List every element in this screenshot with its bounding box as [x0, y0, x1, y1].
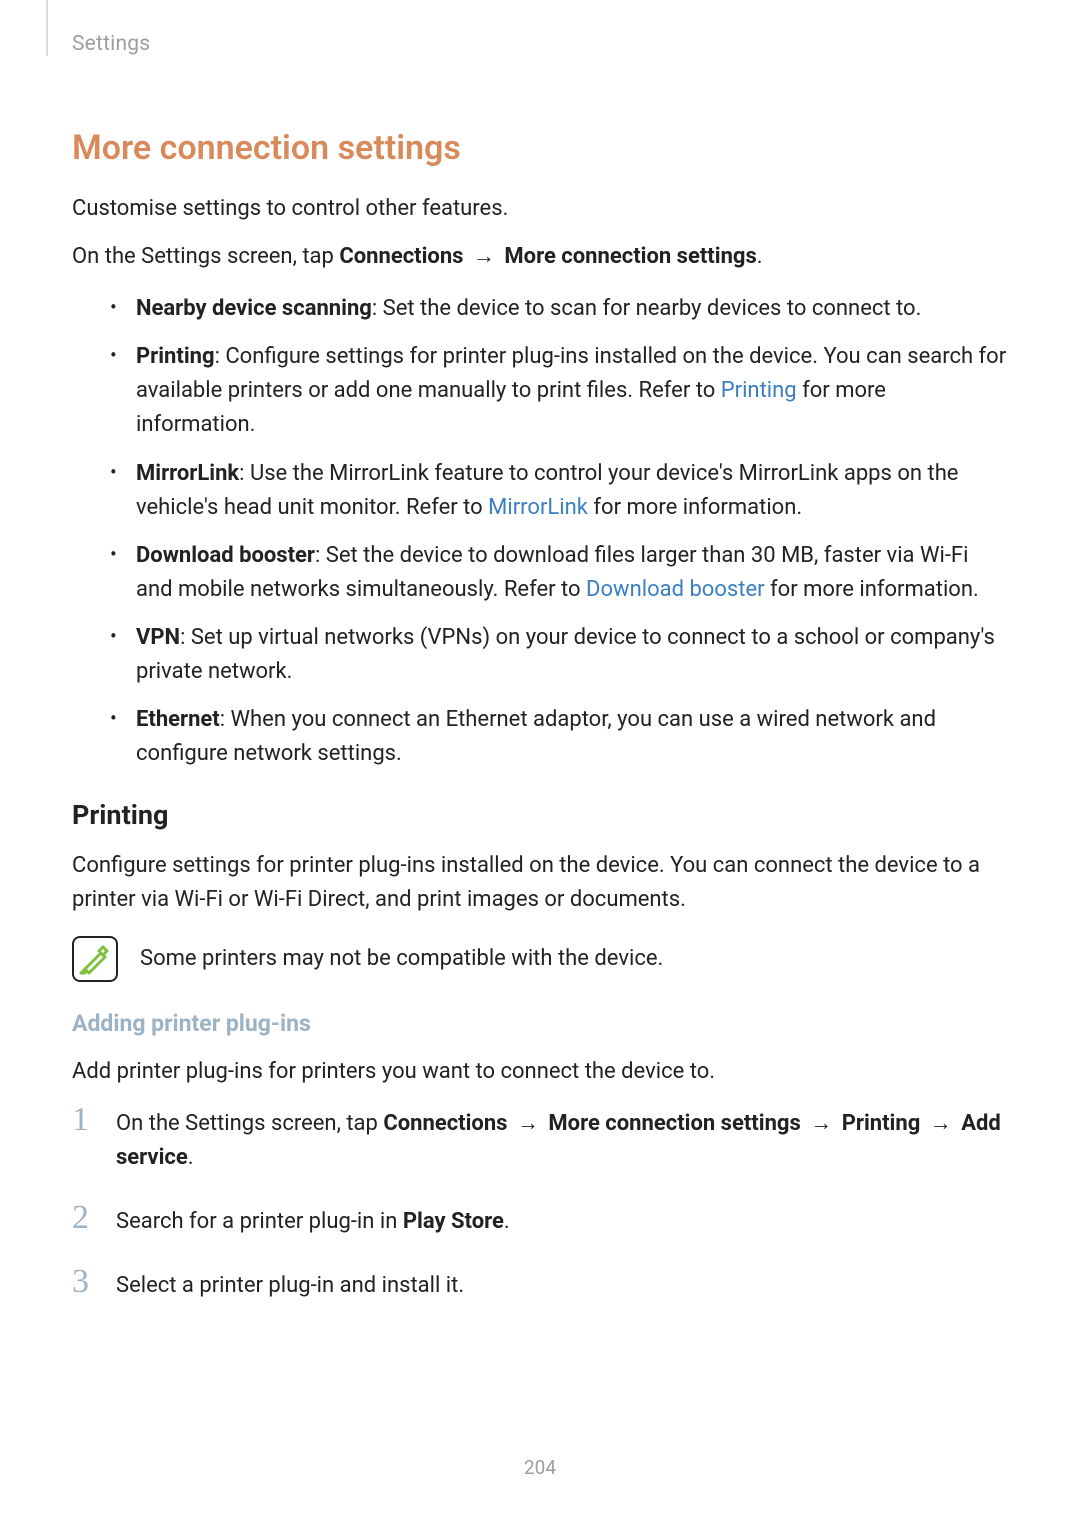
navigation-path: On the Settings screen, tap Connections …	[72, 240, 1008, 274]
step-text-pre: Search for a printer plug-in in	[116, 1209, 403, 1234]
step-1: 1 On the Settings screen, tap Connection…	[72, 1103, 1008, 1175]
step-2: 2 Search for a printer plug-in in Play S…	[72, 1201, 1008, 1239]
bullet-vpn: VPN: Set up virtual networks (VPNs) on y…	[110, 621, 1008, 689]
feature-label: Ethernet	[136, 707, 220, 732]
link-download-booster[interactable]: Download booster	[586, 577, 765, 602]
step-number: 1	[72, 1103, 98, 1137]
adding-intro: Add printer plug-ins for printers you wa…	[72, 1055, 1008, 1089]
path-more-connection-settings: More connection settings	[548, 1111, 800, 1136]
printing-heading: Printing	[72, 799, 1008, 831]
step-body: On the Settings screen, tap Connections …	[116, 1103, 1008, 1175]
bullet-nearby-device-scanning: Nearby device scanning: Set the device t…	[110, 292, 1008, 326]
step-number: 3	[72, 1265, 98, 1299]
link-printing[interactable]: Printing	[721, 378, 797, 403]
feature-text: : Set the device to scan for nearby devi…	[372, 296, 922, 321]
feature-text-post: for more information.	[765, 577, 979, 602]
step-body: Search for a printer plug-in in Play Sto…	[116, 1201, 510, 1239]
path-printing: Printing	[842, 1111, 921, 1136]
feature-label: Nearby device scanning	[136, 296, 372, 321]
page-number: 204	[0, 1456, 1080, 1479]
note: Some printers may not be compatible with…	[72, 936, 1008, 982]
feature-list: Nearby device scanning: Set the device t…	[72, 292, 1008, 771]
note-text: Some printers may not be compatible with…	[140, 942, 663, 975]
arrow-icon: →	[926, 1111, 956, 1136]
period: .	[757, 244, 763, 269]
content: More connection settings Customise setti…	[72, 38, 1008, 1303]
step-text-pre: On the Settings screen, tap	[116, 1111, 383, 1136]
intro-text: Customise settings to control other feat…	[72, 192, 1008, 226]
step-body: Select a printer plug-in and install it.	[116, 1265, 464, 1303]
section-title: More connection settings	[72, 128, 1008, 168]
path-connections: Connections	[383, 1111, 507, 1136]
bullet-printing: Printing: Configure settings for printer…	[110, 340, 1008, 442]
feature-label: MirrorLink	[136, 461, 239, 486]
printing-intro: Configure settings for printer plug-ins …	[72, 849, 1008, 917]
feature-label: Printing	[136, 344, 215, 369]
arrow-icon: →	[806, 1111, 836, 1136]
play-store: Play Store	[403, 1209, 504, 1234]
adding-heading: Adding printer plug-ins	[72, 1010, 1008, 1037]
period: .	[504, 1209, 510, 1234]
bullet-ethernet: Ethernet: When you connect an Ethernet a…	[110, 703, 1008, 771]
feature-label: Download booster	[136, 543, 315, 568]
path-prefix: On the Settings screen, tap	[72, 244, 339, 269]
path-more-connection-settings: More connection settings	[504, 244, 756, 269]
link-mirrorlink[interactable]: MirrorLink	[488, 495, 588, 520]
pencil-note-icon	[79, 943, 111, 975]
period: .	[188, 1145, 194, 1170]
path-connections: Connections	[339, 244, 463, 269]
breadcrumb: Settings	[72, 32, 150, 56]
feature-text: : Set up virtual networks (VPNs) on your…	[136, 625, 995, 684]
bullet-mirrorlink: MirrorLink: Use the MirrorLink feature t…	[110, 457, 1008, 525]
arrow-icon: →	[469, 244, 499, 269]
feature-text-post: for more information.	[588, 495, 802, 520]
feature-label: VPN	[136, 625, 180, 650]
steps-list: 1 On the Settings screen, tap Connection…	[72, 1103, 1008, 1303]
header-rule	[46, 0, 48, 56]
step-3: 3 Select a printer plug-in and install i…	[72, 1265, 1008, 1303]
feature-text: : When you connect an Ethernet adaptor, …	[136, 707, 936, 766]
note-icon	[72, 936, 118, 982]
step-number: 2	[72, 1201, 98, 1235]
bullet-download-booster: Download booster: Set the device to down…	[110, 539, 1008, 607]
page: Settings More connection settings Custom…	[0, 0, 1080, 1527]
arrow-icon: →	[513, 1111, 543, 1136]
